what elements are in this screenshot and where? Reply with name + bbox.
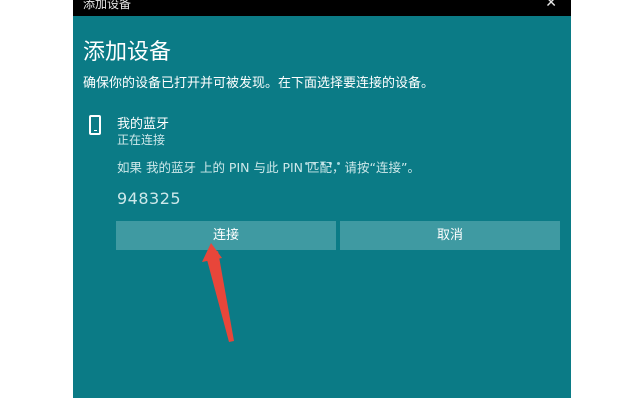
annotation-arrow-icon <box>202 243 234 342</box>
